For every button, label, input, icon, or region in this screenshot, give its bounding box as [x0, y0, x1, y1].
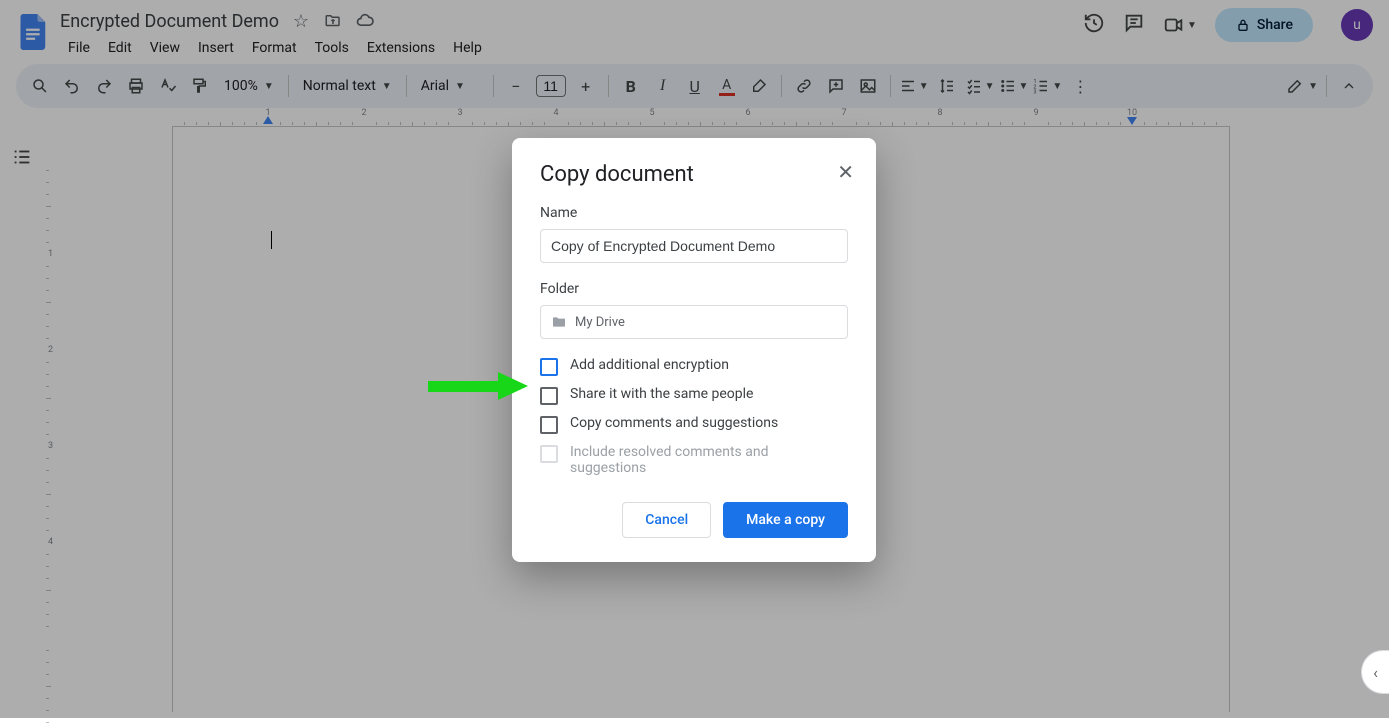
checkbox-row-3: Include resolved comments and suggestion… [540, 444, 848, 476]
folder-select[interactable]: My Drive [540, 305, 848, 339]
folder-icon [551, 314, 567, 330]
annotation-arrow [428, 372, 528, 404]
copy-document-dialog: ✕ Copy document Name Folder My Drive Add… [512, 138, 876, 562]
checkbox-label: Add additional encryption [570, 357, 729, 373]
checkbox-row-0[interactable]: Add additional encryption [540, 357, 848, 376]
checkbox-icon [540, 416, 558, 434]
make-a-copy-button[interactable]: Make a copy [723, 502, 848, 538]
dialog-title: Copy document [540, 162, 848, 187]
checkbox-icon [540, 358, 558, 376]
checkbox-icon [540, 387, 558, 405]
checkbox-label: Include resolved comments and suggestion… [570, 444, 848, 476]
close-icon[interactable]: ✕ [837, 160, 854, 184]
checkbox-row-2[interactable]: Copy comments and suggestions [540, 415, 848, 434]
name-label: Name [540, 205, 848, 221]
checkbox-label: Copy comments and suggestions [570, 415, 778, 431]
checkbox-icon [540, 445, 558, 463]
folder-label: Folder [540, 281, 848, 297]
name-input[interactable] [540, 229, 848, 263]
cancel-button[interactable]: Cancel [622, 502, 711, 538]
checkbox-row-1[interactable]: Share it with the same people [540, 386, 848, 405]
checkbox-label: Share it with the same people [570, 386, 753, 402]
